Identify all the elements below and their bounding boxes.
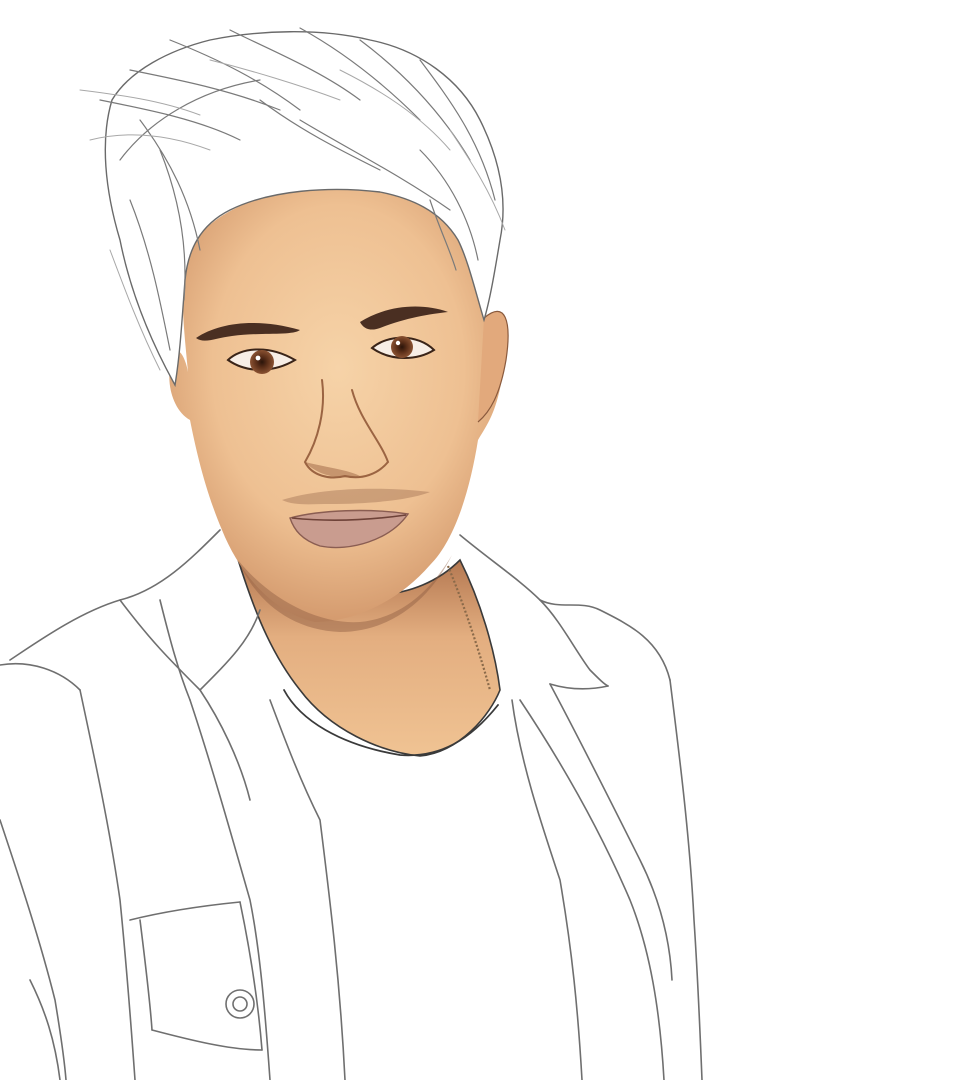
- face: [169, 184, 508, 622]
- right-eye-glint: [395, 340, 401, 346]
- portrait-canvas: [0, 0, 964, 1080]
- left-eye-glint: [255, 355, 261, 361]
- right-iris: [391, 336, 413, 358]
- pocket-button: [225, 989, 255, 1019]
- portrait-illustration: [0, 27, 703, 1080]
- left-iris: [250, 350, 274, 374]
